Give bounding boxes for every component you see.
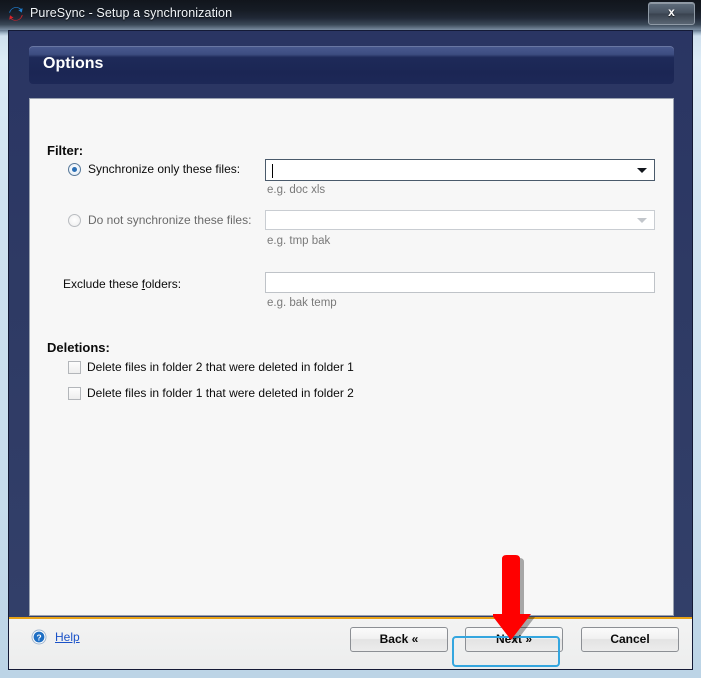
include-files-hint: e.g. doc xls <box>267 184 326 196</box>
radio-do-not-synchronize-these-files[interactable] <box>68 214 81 227</box>
label-do-not-synchronize-these-files: Do not synchronize these files: <box>88 213 252 227</box>
page-title: Options <box>43 55 104 72</box>
next-button[interactable]: Next » <box>465 627 563 652</box>
label-exclude-these-folders: Exclude these folders: <box>63 277 182 291</box>
page-header-banner: Options <box>29 46 674 84</box>
checkbox-delete-folder2-deleted-in-folder1[interactable] <box>68 361 81 374</box>
back-button[interactable]: Back « <box>350 627 448 652</box>
label-delete-folder1-deleted-in-folder2: Delete files in folder 1 that were delet… <box>87 386 354 400</box>
checkbox-delete-folder1-deleted-in-folder2[interactable] <box>68 387 81 400</box>
cancel-button[interactable]: Cancel <box>581 627 679 652</box>
chevron-down-icon[interactable] <box>637 218 647 223</box>
text-caret <box>272 164 273 178</box>
label-synchronize-only-these-files: Synchronize only these files: <box>88 162 241 176</box>
question-mark-circle-icon[interactable]: ? <box>31 629 47 645</box>
exclude-folders-hint: e.g. bak temp <box>267 297 337 309</box>
help-link[interactable]: Help <box>55 630 80 644</box>
window-title: PureSync - Setup a synchronization <box>30 6 233 20</box>
exclude-files-hint: e.g. tmp bak <box>267 235 331 247</box>
footer-button-bar: ? Help Back « Next » Cancel <box>9 619 692 669</box>
options-content-panel: Filter: Synchronize only these files: e.… <box>29 98 674 616</box>
radio-synchronize-only-these-files[interactable] <box>68 163 81 176</box>
close-button[interactable]: x <box>648 2 695 25</box>
filter-section-title: Filter: <box>47 143 84 158</box>
exclude-folders-input[interactable] <box>265 272 655 293</box>
dialog-client-area: Options Filter: Synchronize only these f… <box>8 30 693 670</box>
title-bar: PureSync - Setup a synchronization x <box>0 0 701 30</box>
exclude-files-combobox[interactable] <box>265 210 655 230</box>
close-icon: x <box>668 5 675 19</box>
svg-text:?: ? <box>36 633 41 643</box>
sync-arrows-icon <box>7 5 25 23</box>
deletions-section-title: Deletions: <box>47 340 110 355</box>
chevron-down-icon[interactable] <box>637 168 647 173</box>
label-delete-folder2-deleted-in-folder1: Delete files in folder 2 that were delet… <box>87 360 354 374</box>
puresync-setup-window: PureSync - Setup a synchronization x Opt… <box>0 0 701 678</box>
include-files-combobox[interactable] <box>265 159 655 181</box>
